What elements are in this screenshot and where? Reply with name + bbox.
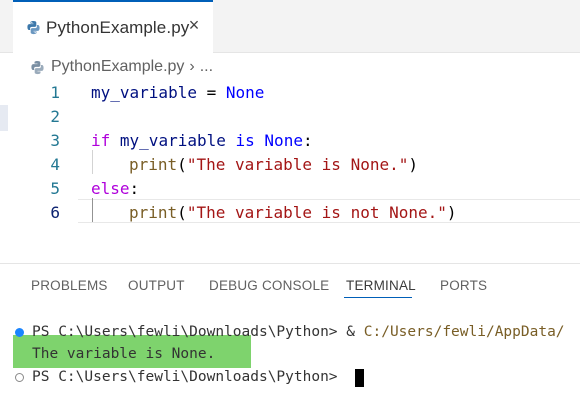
vscode-window: PythonExample.py × PythonExample.py › ..… bbox=[0, 0, 580, 404]
breadcrumb-more[interactable]: ... bbox=[200, 58, 213, 76]
python-icon bbox=[30, 60, 45, 75]
tab-problems[interactable]: PROBLEMS bbox=[31, 278, 108, 293]
token-punctuation: ) bbox=[446, 202, 457, 222]
line-number: 2 bbox=[50, 106, 60, 126]
terminal-prompt: PS C:\Users\fewli\Downloads\Python> bbox=[32, 324, 347, 340]
token-keyword: is bbox=[235, 130, 255, 150]
code-text: else: bbox=[91, 179, 139, 198]
code-line-3: 3 if my_variable is None: bbox=[0, 128, 580, 152]
terminal-prompt-line: PS C:\Users\fewli\Downloads\Python> bbox=[0, 366, 580, 388]
command-pending-icon bbox=[15, 373, 24, 382]
terminal-output: The variable is None. bbox=[32, 346, 216, 362]
code-line-2: 2 bbox=[0, 104, 580, 128]
line-number: 5 bbox=[50, 178, 60, 198]
terminal-cursor bbox=[355, 369, 364, 387]
token-punctuation: ) bbox=[408, 154, 419, 174]
token-constant: None bbox=[225, 82, 265, 102]
code-line-5: 5 else: bbox=[0, 176, 580, 200]
token-operator: = bbox=[196, 82, 226, 102]
token-keyword: if bbox=[91, 130, 111, 150]
terminal-command-line: PS C:\Users\fewli\Downloads\Python> & C:… bbox=[0, 321, 580, 343]
terminal[interactable]: PS C:\Users\fewli\Downloads\Python> & C:… bbox=[0, 318, 580, 404]
code-text: if my_variable is None: bbox=[91, 131, 313, 150]
token-punctuation: : bbox=[129, 178, 140, 198]
tab-output[interactable]: OUTPUT bbox=[128, 278, 185, 293]
line-number: 4 bbox=[50, 154, 60, 174]
code-line-1: 1 my_variable = None bbox=[0, 80, 580, 104]
terminal-output-line: The variable is None. bbox=[0, 343, 580, 365]
code-editor[interactable]: 1 my_variable = None 2 3 if my_variable … bbox=[0, 78, 580, 258]
token-variable: my_variable bbox=[91, 82, 197, 102]
token-constant: None bbox=[264, 130, 303, 150]
token-string: "The variable is not None." bbox=[186, 202, 447, 222]
terminal-prompt: PS C:\Users\fewli\Downloads\Python> bbox=[32, 369, 347, 385]
token-punctuation: : bbox=[302, 130, 313, 150]
token-function: print bbox=[129, 154, 178, 174]
breadcrumb: PythonExample.py › ... bbox=[0, 56, 213, 78]
panel-tab-bar: PROBLEMS OUTPUT DEBUG CONSOLE TERMINAL P… bbox=[0, 270, 580, 304]
terminal-amp: & bbox=[346, 324, 364, 340]
code-text: my_variable = None bbox=[91, 83, 264, 102]
editor-tab-bar: PythonExample.py × bbox=[0, 0, 580, 53]
active-tab-indicator bbox=[344, 297, 412, 298]
breadcrumb-separator: › bbox=[189, 58, 195, 75]
panel-divider bbox=[0, 263, 580, 264]
code-text: print("The variable is None.") bbox=[129, 155, 418, 174]
terminal-command-text: PS C:\Users\fewli\Downloads\Python> & C:… bbox=[32, 324, 565, 340]
editor-tab-pythonexample[interactable]: PythonExample.py × bbox=[13, 0, 213, 53]
code-text: print("The variable is not None.") bbox=[129, 203, 457, 222]
close-icon[interactable]: × bbox=[185, 15, 203, 35]
command-success-icon bbox=[15, 328, 24, 337]
code-line-4: 4 print("The variable is None.") bbox=[0, 152, 580, 176]
token-string: "The variable is None." bbox=[186, 154, 409, 174]
terminal-command-path: C:/Users/fewli/AppData/ bbox=[363, 324, 565, 340]
line-number: 1 bbox=[50, 82, 60, 102]
token-punctuation: ( bbox=[177, 202, 187, 222]
token-punctuation: ( bbox=[177, 154, 187, 174]
token-variable: my_variable bbox=[119, 130, 226, 150]
line-number: 6 bbox=[50, 202, 60, 222]
tab-terminal[interactable]: TERMINAL bbox=[346, 278, 416, 293]
tab-ports[interactable]: PORTS bbox=[440, 278, 487, 293]
python-icon bbox=[26, 20, 41, 35]
token-keyword: else bbox=[91, 178, 130, 198]
code-line-6: 6 print("The variable is not None.") bbox=[0, 200, 580, 224]
tab-debug-console[interactable]: DEBUG CONSOLE bbox=[209, 278, 329, 293]
line-number: 3 bbox=[50, 130, 60, 150]
breadcrumb-file[interactable]: PythonExample.py bbox=[51, 58, 184, 76]
tab-label: PythonExample.py bbox=[46, 17, 190, 37]
token-function: print bbox=[129, 202, 178, 222]
